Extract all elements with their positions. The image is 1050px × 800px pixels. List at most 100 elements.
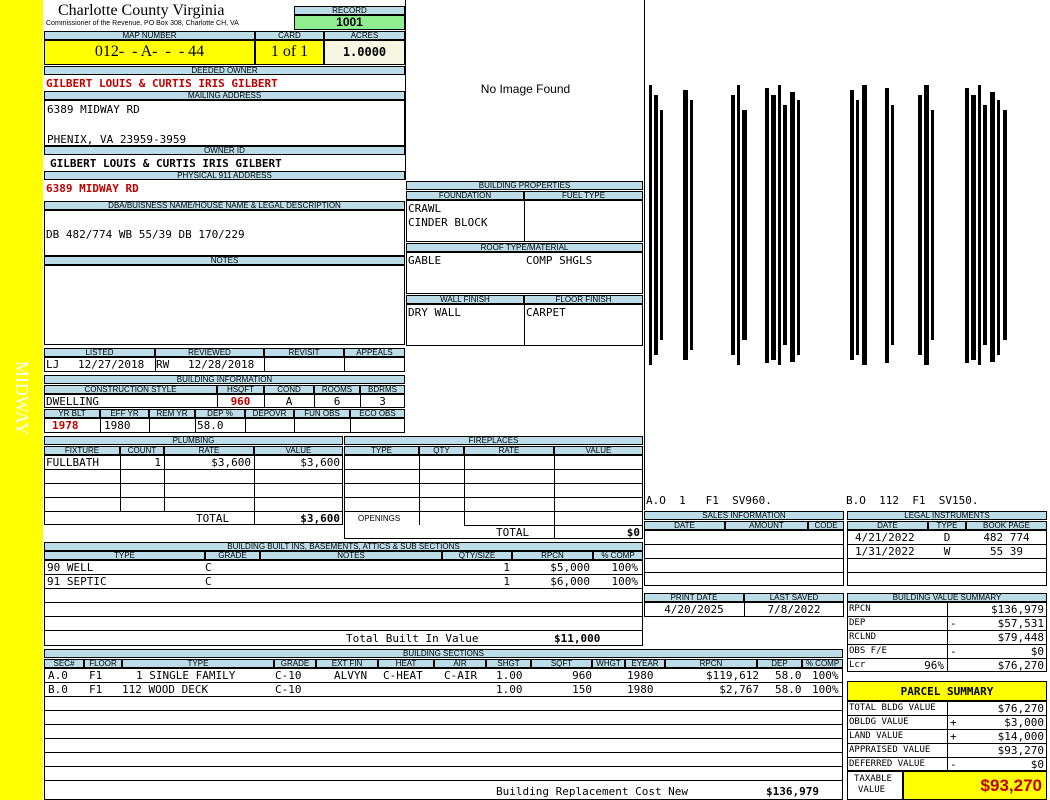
sec-col-air: AIR — [434, 659, 486, 668]
card-value: 1 of 1 — [255, 40, 324, 65]
replacement-value: $136,979 — [766, 785, 819, 798]
vs-dep-label: DEP — [849, 618, 866, 628]
fireplace-col-qty: QTY — [419, 446, 464, 455]
hsqft-label: HSQFT — [217, 385, 264, 394]
plumbing-rate: $3,600 — [211, 456, 251, 469]
legal-type-2: W — [943, 545, 951, 558]
roof-material: COMP SHGLS — [526, 254, 593, 267]
builtin-type-2: 91 SEPTIC — [47, 575, 107, 588]
sec-a-comp: 100% — [812, 669, 839, 682]
sales-col-amount: AMOUNT — [725, 521, 808, 530]
construction-value: DWELLING — [46, 395, 99, 408]
plumbing-count: 1 — [154, 456, 161, 469]
dep-value: 58.0 — [197, 419, 224, 432]
ps-deferred-label: DEFERRED VALUE — [849, 759, 925, 769]
ps-obldg-label: OBLDG VALUE — [849, 717, 909, 727]
fireplace-col-value: VALUE — [554, 446, 643, 455]
plumbing-col-count: COUNT — [120, 446, 164, 455]
sec-a-shgt: 1.00 — [496, 669, 523, 682]
construction-label: CONSTRUCTION STYLE — [44, 385, 217, 394]
plumbing-label: PLUMBING — [44, 436, 343, 445]
record-label: RECORD — [294, 6, 405, 15]
roof-type: GABLE — [408, 254, 442, 267]
ps-deferred-sign: - — [950, 758, 957, 771]
plumbing-col-value: VALUE — [254, 446, 343, 455]
sec-a-dep: 58.0 — [775, 669, 802, 682]
sec-a-heat: C-HEAT — [383, 669, 423, 682]
mailing-line-1: 6389 MIDWAY RD — [47, 103, 140, 116]
builtin-comp-1: 100% — [611, 561, 639, 574]
reviewed-label: REVIEWED — [155, 348, 264, 357]
wall-value: DRY WALL — [408, 306, 461, 319]
sec-col-dep: DEP — [757, 659, 802, 668]
dba-label: DBA/BUISNESS NAME/HOUSE NAME & LEGAL DES… — [44, 201, 405, 210]
vs-obs-value: $0 — [1030, 645, 1044, 658]
card-label: CARD — [255, 31, 324, 40]
roof-box — [406, 252, 643, 294]
vs-rclnd-value: $79,448 — [997, 631, 1044, 644]
floor-label: FLOOR FINISH — [524, 295, 643, 304]
sec-col-whgt: WHGT — [592, 659, 625, 668]
county-subtitle: Commissioner of the Revenue, PO Box 308,… — [46, 20, 239, 27]
vs-rclnd-label: RCLND — [849, 632, 877, 642]
mailing-address-label: MAILING ADDRESS — [44, 91, 405, 100]
bdrms-label: BDRMS — [360, 385, 405, 394]
vs-dep-value: $57,531 — [997, 617, 1044, 630]
builtin-grade-1: C — [205, 561, 212, 574]
sec-a-sec: A.0 — [48, 669, 68, 682]
bdrms-value: 3 — [379, 395, 386, 408]
print-date: 4/20/2025 — [664, 603, 724, 616]
appeals-label: APPEALS — [344, 348, 405, 357]
legal-col-date: DATE — [847, 521, 928, 530]
builtin-comp-2: 100% — [611, 575, 639, 588]
revisit-label: REVISIT — [264, 348, 344, 357]
sec-a-floor: F1 — [89, 669, 103, 682]
side-label: MIDWAY — [12, 360, 32, 436]
notes-label: NOTES — [44, 256, 405, 265]
reviewed-date: 12/28/2018 — [188, 358, 255, 371]
sec-b-type: 112 WOOD DECK — [122, 683, 209, 696]
fireplace-col-type: TYPE — [344, 446, 419, 455]
vs-rpcn-label: RPCN — [849, 604, 871, 614]
sec-b-grade: C-10 — [275, 683, 302, 696]
builtins-col-comp: % COMP — [593, 551, 643, 560]
legal-book-2: 55 39 — [989, 545, 1024, 558]
deeded-owner-value: GILBERT LOUIS & CURTIS IRIS GILBERT — [46, 77, 278, 90]
print-date-label: PRINT DATE — [644, 593, 744, 602]
fireplace-col-rate: RATE — [464, 446, 554, 455]
builtin-type-1: 90 WELL — [47, 561, 94, 574]
ps-obldg-value: $3,000 — [1004, 716, 1044, 729]
ps-appraised-label: APPRAISED VALUE — [849, 745, 931, 755]
sec-a-extfin: ALVYN — [334, 669, 368, 682]
builtin-qty-1: 1 — [503, 561, 510, 574]
ps-appraised-value: $93,270 — [997, 744, 1044, 757]
plumbing-total: $3,600 — [300, 512, 340, 525]
legal-date-2: 1/31/2022 — [855, 545, 915, 558]
builtins-col-qty: QTY/SIZE — [442, 551, 512, 560]
fireplace-total-label: TOTAL — [496, 526, 530, 539]
plumbing-total-label: TOTAL — [196, 512, 230, 525]
remyr-label: REM YR — [149, 409, 195, 418]
sales-col-date: DATE — [644, 521, 725, 530]
vs-lcr-label: Lcr — [849, 660, 866, 670]
sec-b-dep: 58.0 — [775, 683, 802, 696]
sales-label: SALES INFORMATION — [644, 511, 844, 520]
cond-value: A — [285, 395, 293, 408]
replacement-label: Building Replacement Cost New — [496, 785, 689, 798]
roof-label: ROOF TYPE/MATERIAL — [406, 243, 643, 252]
physical-address-label: PHYSICAL 911 ADDRESS — [44, 171, 405, 180]
mailing-line-2: PHENIX, VA 23959-3959 — [47, 133, 187, 146]
sec-col-sqft: SQFT — [531, 659, 592, 668]
builtins-total-label: Total Built In Value — [346, 632, 479, 645]
physical-address-value: 6389 MIDWAY RD — [46, 182, 139, 195]
ps-total-bldg-label: TOTAL BLDG VALUE — [849, 703, 936, 713]
sales-col-code: CODE — [808, 521, 844, 530]
foundation-1: CRAWL — [408, 202, 442, 215]
builtin-qty-2: 1 — [503, 575, 510, 588]
sec-col-sec: SEC# — [44, 659, 84, 668]
sec-a-air: C-AIR — [444, 669, 478, 682]
floor-value: CARPET — [526, 306, 566, 319]
listed-by: LJ — [46, 358, 60, 371]
sec-b-shgt: 1.00 — [496, 683, 523, 696]
sec-a-grade: C-10 — [275, 669, 302, 682]
